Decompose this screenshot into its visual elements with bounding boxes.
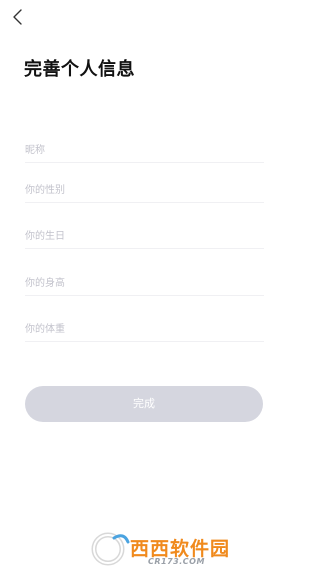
height-field[interactable]	[25, 273, 264, 296]
submit-button[interactable]: 完成	[25, 386, 263, 422]
back-button[interactable]	[8, 7, 28, 27]
height-input[interactable]	[25, 273, 264, 293]
gender-field[interactable]	[25, 180, 264, 203]
chevron-left-icon	[13, 9, 22, 25]
weight-field[interactable]	[25, 319, 264, 342]
nickname-field[interactable]	[25, 140, 264, 163]
gender-input[interactable]	[25, 180, 264, 200]
watermark-logo-icon	[91, 532, 130, 566]
nickname-input[interactable]	[25, 140, 264, 160]
weight-input[interactable]	[25, 319, 264, 339]
watermark-logo: 西西软件园 CR173.COM	[90, 528, 268, 570]
page-title: 完善个人信息	[24, 59, 135, 80]
birthday-field[interactable]	[25, 226, 264, 249]
birthday-input[interactable]	[25, 226, 264, 246]
watermark-domain: CR173.COM	[148, 557, 205, 566]
